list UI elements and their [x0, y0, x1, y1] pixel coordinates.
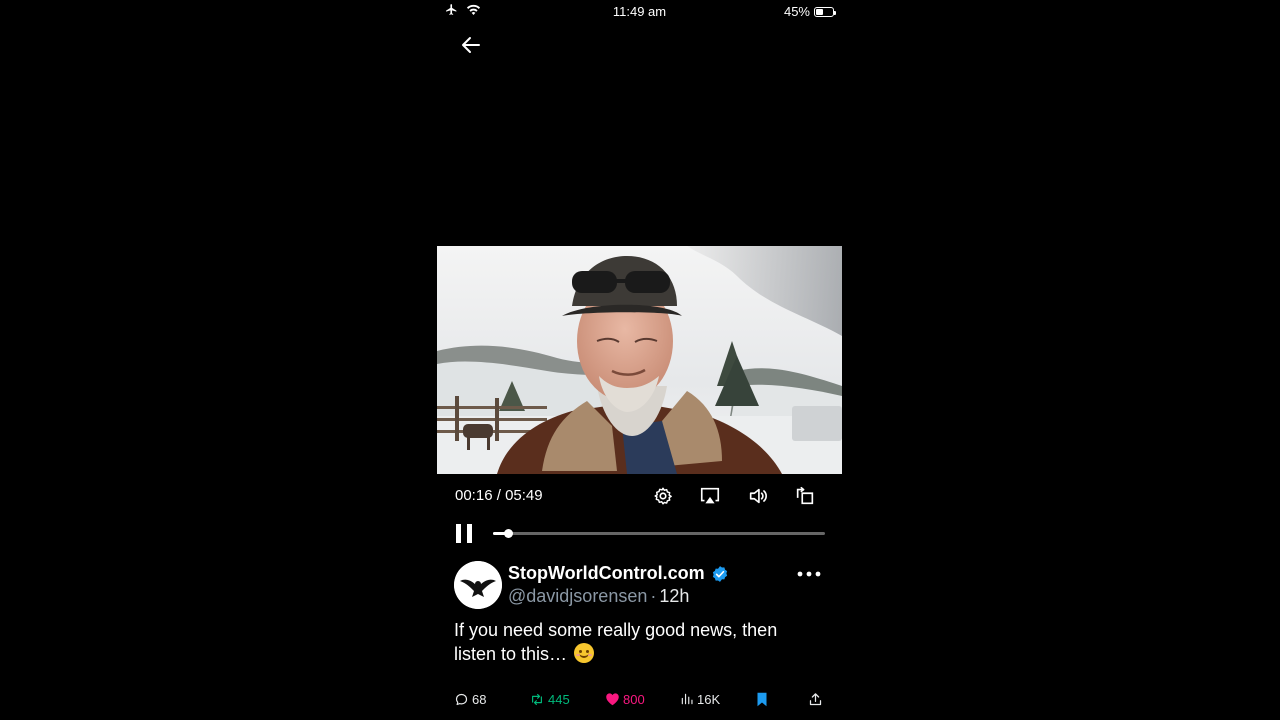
views-bar-chart-icon [681, 693, 693, 705]
verified-badge-icon [711, 565, 729, 583]
video-progress-thumb[interactable] [504, 529, 514, 538]
pause-icon-bar-left [456, 524, 461, 543]
reply-count: 68 [472, 691, 487, 707]
battery-level-fill [816, 8, 823, 15]
avatar[interactable] [454, 561, 502, 609]
repost-icon [532, 693, 542, 705]
rotate-icon [796, 486, 814, 505]
arrow-left-icon [462, 37, 480, 53]
tweet-age[interactable]: 12h [659, 586, 689, 606]
repost-button[interactable]: 445 [529, 690, 570, 708]
more-options-button[interactable] [796, 564, 822, 584]
reply-button[interactable]: 68 [454, 690, 486, 708]
volume-icon [749, 488, 767, 504]
like-count: 800 [623, 691, 645, 707]
tweet-text: If you need some really good news, then … [454, 618, 824, 666]
share-button[interactable] [808, 690, 823, 708]
rotate-button[interactable] [794, 485, 816, 507]
time-separator: / [492, 487, 506, 504]
pause-icon-bar-right [467, 524, 472, 543]
bookmark-button[interactable] [756, 690, 768, 708]
reply-icon [455, 693, 468, 705]
status-time: 11:49 am [612, 4, 667, 19]
phone-screen: 11:49 am 45% 00:16 / 05:49 StopWorldCont… [437, 0, 842, 720]
duration: 05:49 [505, 487, 543, 504]
author-display-name[interactable]: StopWorldControl.com [508, 563, 705, 584]
author-handle[interactable]: @davidjsorensen [508, 586, 647, 606]
status-right: 45% [783, 4, 836, 19]
author-handle-row: @davidjsorensen · 12h [508, 586, 689, 607]
current-time: 00:16 [455, 487, 493, 504]
views-button[interactable]: 16K [680, 690, 720, 708]
airplay-button[interactable] [699, 485, 721, 507]
tweet-body: If you need some really good news, then … [454, 620, 778, 664]
view-count: 16K [697, 691, 721, 707]
airplay-icon [700, 487, 720, 504]
like-button[interactable]: 800 [605, 690, 645, 708]
video-still-image [437, 246, 842, 474]
battery-icon [814, 6, 836, 17]
back-button[interactable] [459, 33, 483, 57]
settings-icon [654, 487, 672, 505]
settings-button[interactable] [652, 485, 674, 507]
smiling-face-emoji-icon [574, 643, 595, 663]
status-bar: 11:49 am 45% [437, 0, 842, 22]
battery-percent: 45% [783, 4, 810, 19]
volume-button[interactable] [747, 485, 769, 507]
meta-dot: · [650, 586, 657, 606]
share-icon [809, 692, 822, 705]
heart-icon [606, 693, 619, 706]
video-progress-bar[interactable] [493, 529, 825, 538]
video-time-readout: 00:16 / 05:49 [455, 487, 543, 504]
more-horizontal-icon [797, 571, 821, 577]
eagle-logo-icon [454, 561, 502, 609]
video-frame[interactable] [437, 246, 842, 474]
repost-count: 445 [548, 691, 570, 707]
pause-button[interactable] [455, 523, 475, 545]
bookmark-icon [757, 692, 767, 706]
